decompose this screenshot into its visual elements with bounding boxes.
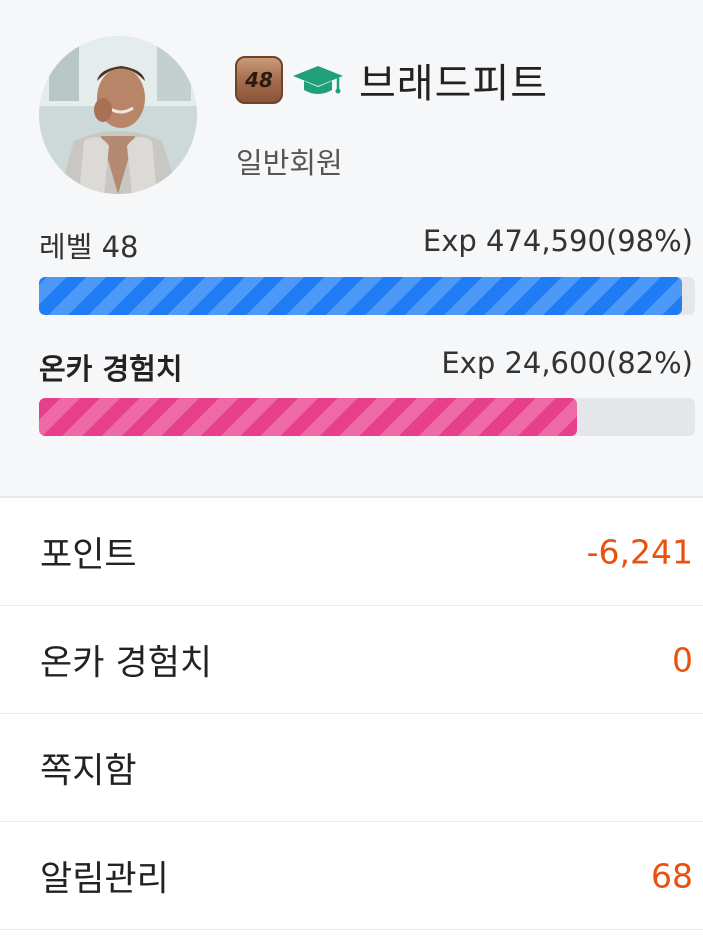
menu-item-label: 온카 경험치 (40, 643, 213, 683)
profile-name-row: 48 브래드피트 (235, 52, 548, 108)
level-exp-value: Exp 474,590(98%) (422, 224, 693, 258)
profile-panel: 48 브래드피트 일반회원 레벨 48 Exp 474,590(98%) 온카 … (0, 0, 703, 498)
level-progress-bar (39, 277, 695, 315)
menu-item-messages[interactable]: 쪽지함 (0, 714, 703, 822)
menu-item-onca-exp[interactable]: 온카 경험치 0 (0, 606, 703, 714)
graduation-cap-icon (293, 66, 343, 94)
member-type: 일반회원 (236, 146, 343, 180)
points-value: -6,241 (586, 532, 693, 571)
menu-item-points[interactable]: 포인트 -6,241 (0, 498, 703, 606)
menu-item-label: 알림관리 (40, 859, 169, 899)
menu-item-notifications[interactable]: 알림관리 68 (0, 822, 703, 930)
level-label: 레벨 48 (39, 230, 139, 264)
menu-item-label: 쪽지함 (40, 751, 137, 791)
onca-exp-value: Exp 24,600(82%) (441, 346, 693, 380)
level-badge: 48 (235, 56, 283, 104)
onca-exp-count: 0 (672, 640, 693, 679)
menu-item-label: 포인트 (40, 535, 137, 575)
level-progress-fill (39, 277, 682, 315)
notifications-count: 68 (651, 856, 693, 895)
onca-exp-label: 온카 경험치 (39, 352, 183, 386)
onca-progress-bar (39, 398, 695, 436)
onca-progress-fill (39, 398, 577, 436)
user-name: 브래드피트 (359, 61, 548, 107)
avatar[interactable] (39, 36, 197, 194)
